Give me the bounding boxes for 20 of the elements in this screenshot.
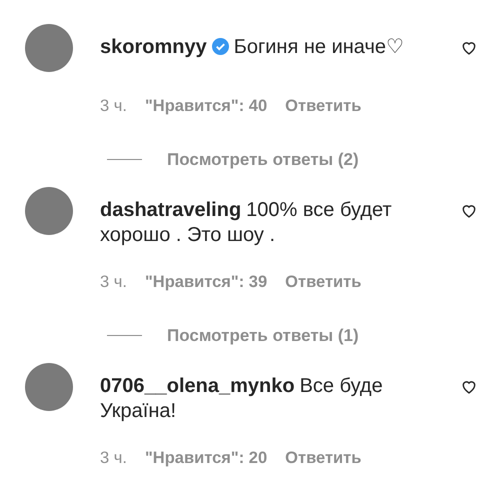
like-heart-icon[interactable] bbox=[460, 378, 478, 395]
like-count: "Нравится": 39 bbox=[144, 272, 268, 293]
like-count: "Нравится": 40 bbox=[144, 96, 268, 117]
like-heart-icon[interactable] bbox=[460, 202, 478, 219]
reply-link[interactable]: Ответить bbox=[285, 446, 362, 471]
avatar-placeholder[interactable] bbox=[25, 187, 73, 235]
view-replies-button[interactable]: Посмотреть ответы (1) bbox=[167, 323, 359, 348]
comment-text: 0706__olena_mynko Все буде Україна! bbox=[100, 375, 383, 422]
like-heart-icon[interactable] bbox=[460, 39, 478, 56]
comment-text: skoromnyy Богиня не иначе♡ bbox=[100, 36, 404, 58]
comment-time: 3 ч. bbox=[100, 272, 127, 293]
avatar-placeholder[interactable] bbox=[25, 363, 73, 411]
like-count: "Нравится": 20 bbox=[144, 448, 268, 469]
reply-link[interactable]: Ответить bbox=[285, 94, 362, 119]
reply-link[interactable]: Ответить bbox=[285, 270, 362, 295]
comment-text: dashatraveling 100% все будет хорошо . Это шоу . bbox=[100, 199, 392, 246]
avatar-placeholder[interactable] bbox=[25, 24, 73, 72]
comment-time: 3 ч. bbox=[100, 96, 127, 117]
view-replies-button[interactable]: Посмотреть ответы (2) bbox=[167, 147, 359, 172]
comment-time: 3 ч. bbox=[100, 448, 127, 469]
